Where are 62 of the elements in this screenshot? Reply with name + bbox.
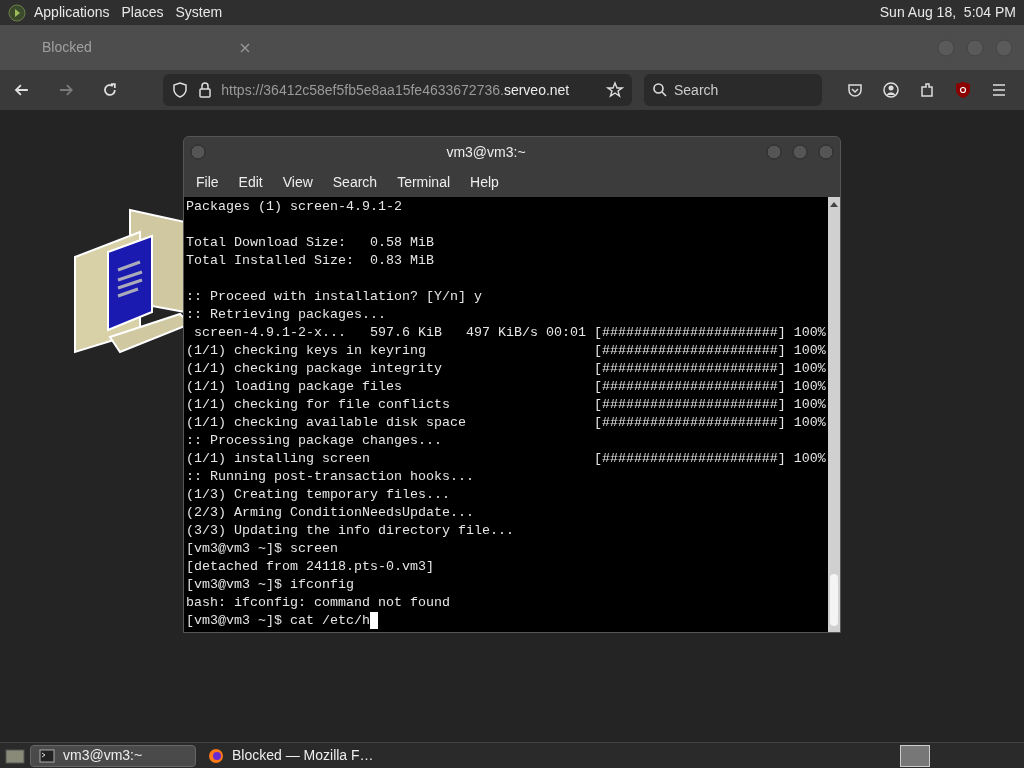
menu-item[interactable]: Help	[460, 171, 509, 193]
taskbar-button[interactable]: Blocked — Mozilla F…	[200, 744, 382, 767]
app-menu-icon[interactable]	[8, 3, 26, 22]
menu-item[interactable]: Search	[322, 171, 388, 193]
close-icon[interactable]	[240, 42, 250, 53]
terminal-line: Packages (1) screen-4.9.1-2	[186, 198, 402, 216]
terminal-line: [vm3@vm3 ~]$ ifconfig	[186, 576, 354, 594]
progress-text: [######################] 100%	[593, 324, 826, 342]
panel-menu[interactable]: Applications	[34, 2, 110, 23]
progress-text: [######################] 100%	[593, 378, 826, 396]
account-icon[interactable]	[882, 81, 900, 99]
menu-item[interactable]: Edit	[228, 171, 273, 193]
search-field[interactable]: Search	[644, 74, 822, 106]
menu-icon[interactable]	[990, 81, 1008, 99]
terminal-line: (1/3) Creating temporary files...	[186, 486, 450, 504]
terminal-line: [vm3@vm3 ~]$ cat /etc/h	[186, 612, 370, 630]
terminal-line: :: Running post-transaction hooks...	[186, 468, 474, 486]
terminal-line: Total Installed Size: 0.83 MiB	[186, 252, 434, 270]
clock[interactable]: Sun Aug 18, 5:04 PM	[879, 2, 1016, 23]
terminal-line: [vm3@vm3 ~]$ screen	[186, 540, 338, 558]
terminal-line: (1/1) checking keys in keyring	[186, 342, 427, 360]
workspace-switcher[interactable]	[900, 744, 930, 767]
terminal-line: :: Processing package changes...	[186, 432, 442, 450]
menu-item[interactable]: View	[272, 171, 323, 193]
terminal-line: :: Proceed with installation? [Y/n] y	[186, 288, 482, 306]
scroll-up-icon[interactable]	[830, 201, 838, 209]
star-icon[interactable]	[606, 81, 624, 99]
browser-icon	[208, 747, 224, 764]
terminal-line: :: Retrieving packages...	[186, 306, 386, 324]
terminal-line: (1/1) checking available disk space	[186, 414, 467, 432]
terminal-line: screen-4.9.1-2-x... 597.6 KiB 497 KiB/s 00:01	[193, 324, 587, 342]
terminal-line: Total Download Size: 0.58 MiB	[186, 234, 434, 252]
terminal-line: (1/1) loading package files	[186, 378, 403, 396]
progress-text: [######################] 100%	[593, 342, 826, 360]
progress-text: [######################] 100%	[593, 396, 826, 414]
taskbar-button[interactable]: vm3@vm3:~	[30, 744, 196, 767]
shield-badge-icon[interactable]	[954, 81, 972, 99]
terminal-line: (3/3) Updating the info directory file...	[186, 522, 514, 540]
scrollbar[interactable]	[828, 197, 840, 632]
terminal-line: [detached from 24118.pts-0.vm3]	[186, 558, 434, 576]
progress-text: [######################] 100%	[593, 360, 826, 378]
panel-menu[interactable]: Places	[121, 2, 164, 23]
terminal-icon	[39, 748, 55, 763]
menu-item[interactable]: File	[186, 171, 229, 193]
terminal-line: bash: ifconfig: command not found	[186, 594, 450, 612]
terminal-line: (2/3) Arming ConditionNeedsUpdate...	[186, 504, 474, 522]
menu-item[interactable]: Terminal	[387, 171, 461, 193]
url-field[interactable]: https://36412c58ef5fb5e8aa15fe4633672736.serveo.net	[163, 74, 632, 106]
terminal-line: (1/1) installing screen	[186, 450, 371, 468]
progress-text: [######################] 100%	[593, 450, 826, 468]
scroll-thumb[interactable]	[830, 574, 838, 626]
panel-menu[interactable]: System	[175, 2, 223, 23]
shield-icon[interactable]	[171, 81, 190, 99]
pocket-icon[interactable]	[846, 81, 864, 99]
url-text: https://36412c58ef5fb5e8aa15fe4633672736.serveo.net	[221, 80, 571, 100]
lock-icon[interactable]	[197, 81, 214, 99]
search-icon	[652, 82, 668, 98]
window-title: vm3@vm3:~	[445, 142, 527, 162]
extensions-icon[interactable]	[918, 81, 936, 99]
terminal-line: (1/1) checking for file conflicts	[186, 396, 451, 414]
terminal-line: (1/1) checking package integrity	[186, 360, 443, 378]
progress-text: [######################] 100%	[593, 414, 826, 432]
